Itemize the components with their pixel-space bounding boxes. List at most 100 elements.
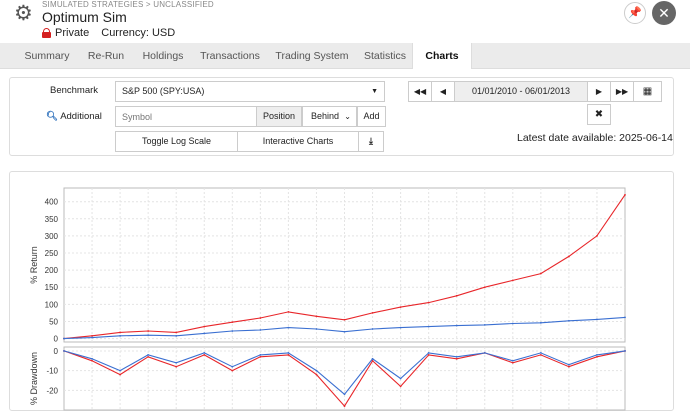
return-y-tick-label: 250 [45, 249, 59, 258]
tab-summary[interactable]: Summary [14, 43, 80, 69]
return-y-tick-label: 0 [54, 335, 59, 344]
position-value: Behind [311, 111, 340, 121]
return-data-point [483, 323, 486, 326]
clear-dates-button[interactable]: ✖ [587, 104, 611, 125]
drawdown-data-point [483, 352, 486, 354]
chevron-down-icon: ⌄ [344, 112, 351, 121]
benchmark-select[interactable]: S&P 500 (SPY:USA) ▼ [115, 81, 385, 102]
calendar-icon[interactable]: ▦ [633, 81, 662, 102]
date-range-field[interactable]: 01/01/2010 - 06/01/2013 [454, 81, 588, 102]
drawdown-y-tick-label: -10 [46, 367, 58, 376]
add-button[interactable]: Add [357, 106, 386, 127]
chart-container: 0 50 100 150 200 250 300 350 400 % Return 0 -10 -20%… [9, 171, 674, 411]
close-icon[interactable]: ✕ [652, 1, 676, 25]
drawdown-data-point [455, 355, 458, 358]
return-data-point [175, 331, 178, 334]
drawdown-data-point [315, 373, 318, 376]
chevron-down-icon: ▼ [371, 88, 378, 95]
drawdown-data-point [147, 355, 150, 358]
return-y-tick-label: 50 [49, 317, 58, 326]
drawdown-data-point [427, 352, 430, 354]
tab-statistics[interactable]: Statistics [358, 43, 412, 69]
drawdown-y-tick-label: 0 [54, 347, 59, 356]
return-data-point [259, 329, 262, 331]
drawdown-data-point [175, 365, 178, 368]
return-data-point [287, 310, 290, 313]
interactive-charts-button[interactable]: Interactive Charts [237, 131, 359, 152]
performance-chart[interactable]: 0 50 100 150 200 250 300 350 400 % Return 0 -10 -20%… [10, 172, 675, 412]
return-data-point [455, 324, 458, 327]
drawdown-data-point [63, 350, 65, 352]
symbol-input[interactable] [115, 106, 257, 127]
return-data-point [343, 318, 346, 321]
return-data-point [91, 334, 93, 337]
header: ⚙ SIMULATED STRATEGIES > UNCLASSIFIED Op… [0, 0, 690, 43]
return-data-point [427, 325, 430, 328]
return-data-point [231, 321, 234, 324]
tab-holdings[interactable]: Holdings [132, 43, 194, 69]
benchmark-label: Benchmark [50, 85, 99, 96]
return-data-point [147, 334, 150, 337]
toggle-log-scale-button[interactable]: Toggle Log Scale [115, 131, 238, 152]
return-data-point [91, 336, 93, 339]
return-y-tick-label: 300 [45, 232, 59, 241]
return-data-point [231, 330, 234, 332]
gear-icon[interactable]: ⚙ [14, 3, 36, 25]
drawdown-data-point [287, 352, 290, 354]
last-period-button[interactable]: ▶▶ [610, 81, 634, 102]
return-data-point [596, 235, 598, 237]
position-label: Position [256, 106, 302, 127]
drawdown-data-point [343, 405, 346, 407]
drawdown-data-point [91, 357, 93, 360]
drawdown-data-point [91, 359, 93, 362]
breadcrumb[interactable]: SIMULATED STRATEGIES > UNCLASSIFIED [42, 0, 214, 9]
return-data-point [568, 319, 570, 322]
additional-text: Additional [60, 111, 102, 122]
drawdown-data-point [511, 359, 514, 362]
drawdown-data-point [399, 377, 402, 380]
return-y-tick-label: 100 [45, 300, 59, 309]
tab-re-run[interactable]: Re-Run [80, 43, 132, 69]
page-title: Optimum Sim [42, 9, 127, 25]
additional-label[interactable]: 🔍︎ Additional [46, 111, 102, 122]
return-data-point [203, 332, 206, 335]
drawdown-data-point [399, 385, 402, 388]
drawdown-data-point [511, 361, 514, 364]
tab-trading-system[interactable]: Trading System [266, 43, 358, 69]
currency-label: Currency: USD [101, 27, 176, 39]
prev-period-button[interactable]: ◀ [431, 81, 455, 102]
drawdown-y-tick-label: -20 [46, 386, 58, 395]
return-data-point [624, 316, 626, 319]
return-data-point [315, 315, 318, 318]
drawdown-data-point [231, 369, 234, 372]
position-select[interactable]: Behind ⌄ [302, 106, 357, 127]
return-data-point [63, 337, 65, 340]
return-data-point [427, 301, 430, 304]
drawdown-y-axis-label: % Drawdown [29, 352, 39, 405]
return-data-point [399, 306, 402, 308]
return-data-point [511, 322, 514, 325]
chart-controls-panel: Benchmark S&P 500 (SPY:USA) ▼ 🔍︎ Additio… [9, 77, 674, 156]
latest-date-label: Latest date available: 2025-06-14 [517, 132, 673, 144]
download-icon[interactable]: ⤓ [358, 131, 384, 152]
return-y-tick-label: 400 [45, 198, 59, 207]
return-data-point [371, 328, 374, 330]
return-data-point [119, 331, 121, 334]
return-data-point [203, 325, 206, 328]
drawdown-data-point [455, 357, 458, 360]
next-period-button[interactable]: ▶ [587, 81, 611, 102]
pin-icon[interactable]: 📌 [624, 2, 646, 24]
return-data-point [259, 317, 262, 319]
return-y-tick-label: 200 [45, 266, 59, 275]
tab-charts[interactable]: Charts [412, 43, 472, 69]
tab-transactions[interactable]: Transactions [194, 43, 266, 69]
return-data-point [315, 328, 318, 330]
first-period-button[interactable]: ◀◀ [408, 81, 432, 102]
return-y-tick-label: 150 [45, 283, 59, 292]
drawdown-data-point [539, 352, 542, 354]
drawdown-data-point [231, 365, 234, 368]
strategy-meta: Private Currency: USD [42, 27, 175, 39]
drawdown-data-point [343, 393, 346, 396]
return-data-point [539, 321, 542, 324]
return-data-point [596, 318, 598, 321]
